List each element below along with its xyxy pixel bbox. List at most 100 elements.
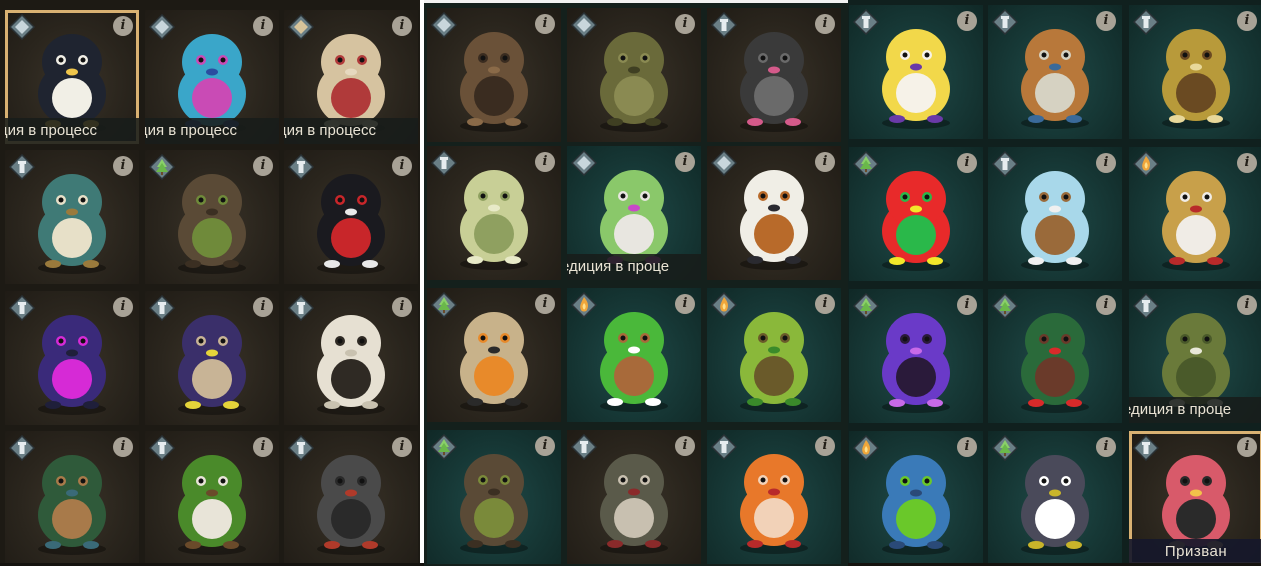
status-label: ция в процесс [284, 118, 418, 144]
info-icon[interactable]: i [253, 16, 273, 36]
companion-card-octopus-knit[interactable]: i [707, 8, 841, 142]
info-icon[interactable]: i [113, 16, 133, 36]
tower-rank-icon [288, 295, 314, 321]
diamond-rank-icon [9, 14, 35, 40]
companion-card-green-monster[interactable]: i [567, 288, 701, 422]
collection-panel-left: i ция в процесс i ция в процесс i ция в проце… [0, 0, 420, 563]
info-icon[interactable]: i [1237, 437, 1257, 457]
tree-rank-icon [992, 293, 1018, 319]
status-label: едиция в проце [567, 254, 701, 280]
companion-card-penguin[interactable]: i ция в процесс [5, 10, 139, 144]
companion-card-white-ghost[interactable]: i [284, 291, 418, 425]
info-icon[interactable]: i [1237, 11, 1257, 31]
companion-card-gray-monster[interactable]: i [988, 431, 1122, 563]
companion-card-sprout-seed[interactable]: i [707, 288, 841, 422]
info-icon[interactable]: i [392, 16, 412, 36]
info-icon[interactable]: i [392, 297, 412, 317]
companion-card-blue-penguin[interactable]: i ция в процесс [145, 10, 279, 144]
flame-rank-icon [571, 292, 597, 318]
info-icon[interactable]: i [392, 437, 412, 457]
companion-card-horned-doll[interactable]: i [427, 288, 561, 422]
info-icon[interactable]: i [1237, 153, 1257, 173]
companion-card-cat-bat[interactable]: i [145, 291, 279, 425]
companion-card-green-penguin[interactable]: i едиция в проце [567, 146, 701, 280]
info-icon[interactable]: i [815, 14, 835, 34]
tower-rank-icon [992, 9, 1018, 35]
companion-card-blue-sprout[interactable]: i [849, 431, 983, 563]
info-icon[interactable]: i [815, 152, 835, 172]
tower-rank-icon [711, 434, 737, 460]
tree-rank-icon [853, 151, 879, 177]
tower-rank-icon [9, 154, 35, 180]
info-icon[interactable]: i [675, 294, 695, 314]
info-icon[interactable]: i [113, 156, 133, 176]
status-label: ция в процесс [145, 118, 279, 144]
tower-rank-icon [149, 295, 175, 321]
tree-rank-icon [431, 292, 457, 318]
info-icon[interactable]: i [815, 436, 835, 456]
tower-rank-icon [431, 150, 457, 176]
companion-card-hood-doll[interactable]: i [988, 5, 1122, 139]
tree-rank-icon [431, 434, 457, 460]
companion-card-mushroom-stump[interactable]: i [427, 430, 561, 564]
info-icon[interactable]: i [1096, 153, 1116, 173]
companion-card-antler-pig[interactable]: i [1129, 5, 1261, 139]
tower-rank-icon [288, 435, 314, 461]
companion-card-ghost-witch[interactable]: i [988, 147, 1122, 281]
companion-card-orange-devil[interactable]: i [707, 430, 841, 564]
diamond-rank-icon [571, 12, 597, 38]
companion-card-diver-plush[interactable]: i [5, 150, 139, 284]
companion-card-black-red-rabbit[interactable]: i [284, 150, 418, 284]
tower-rank-icon [1133, 435, 1159, 461]
companion-card-pilot-penguin[interactable]: i [707, 146, 841, 280]
tower-rank-icon [711, 12, 737, 38]
companion-card-knight-plush[interactable]: i [567, 430, 701, 564]
info-icon[interactable]: i [957, 437, 977, 457]
companion-card-green-blob[interactable]: i едиция в проце [1129, 289, 1261, 423]
companion-card-christmas-tree[interactable]: i [988, 289, 1122, 423]
info-icon[interactable]: i [253, 297, 273, 317]
companion-card-winged-knight[interactable]: i [1129, 147, 1261, 281]
info-icon[interactable]: i [535, 436, 555, 456]
info-icon[interactable]: i [113, 297, 133, 317]
info-icon[interactable]: i [535, 152, 555, 172]
companion-card-jellyfish-plush[interactable]: i [427, 146, 561, 280]
companion-card-egg-chick[interactable]: i [849, 5, 983, 139]
companion-card-moth-plush[interactable]: i [427, 8, 561, 142]
collection-panel-middle: i i i i i едиция в проце i i i i i i i [424, 0, 848, 566]
companion-card-green-viking[interactable]: i [145, 431, 279, 563]
companion-card-hooded-archer[interactable]: i [5, 431, 139, 563]
info-icon[interactable]: i [675, 436, 695, 456]
info-icon[interactable]: i [1096, 295, 1116, 315]
info-icon[interactable]: i [957, 153, 977, 173]
info-icon[interactable]: i [113, 437, 133, 457]
info-icon[interactable]: i [1237, 295, 1257, 315]
tower-rank-icon [1133, 9, 1159, 35]
flame-rank-icon [853, 435, 879, 461]
tower-rank-icon [9, 295, 35, 321]
info-icon[interactable]: i [1096, 11, 1116, 31]
companion-card-stump-plush[interactable]: i [145, 150, 279, 284]
companion-card-purple-bat[interactable]: i [5, 291, 139, 425]
info-icon[interactable]: i [815, 294, 835, 314]
tower-rank-icon [571, 434, 597, 460]
companion-card-chain-robot[interactable]: i [284, 431, 418, 563]
info-icon[interactable]: i [253, 437, 273, 457]
companion-card-tree-golem[interactable]: i [567, 8, 701, 142]
companion-card-rainbow-afro[interactable]: i [849, 147, 983, 281]
info-icon[interactable]: i [535, 14, 555, 34]
tower-rank-icon [992, 151, 1018, 177]
info-icon[interactable]: i [1096, 437, 1116, 457]
diamond-rank-icon [711, 150, 737, 176]
info-icon[interactable]: i [675, 14, 695, 34]
companion-card-purple-vampire[interactable]: i [849, 289, 983, 423]
info-icon[interactable]: i [957, 295, 977, 315]
info-icon[interactable]: i [535, 294, 555, 314]
info-icon[interactable]: i [253, 156, 273, 176]
companion-card-pink-horned[interactable]: i Призван [1129, 431, 1261, 563]
info-icon[interactable]: i [392, 156, 412, 176]
status-label: ция в процесс [5, 118, 139, 144]
info-icon[interactable]: i [675, 152, 695, 172]
info-icon[interactable]: i [957, 11, 977, 31]
companion-card-fox-plush[interactable]: i ция в процесс [284, 10, 418, 144]
